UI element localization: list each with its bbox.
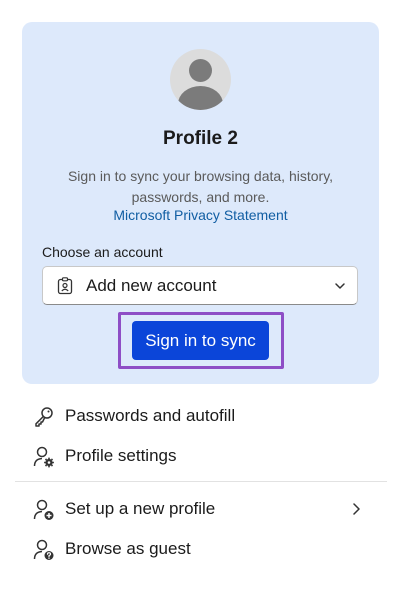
sign-in-to-sync-button[interactable]: Sign in to sync bbox=[132, 321, 269, 360]
menu-item-browse-as-guest[interactable]: Browse as guest bbox=[30, 534, 370, 564]
menu-item-passwords-autofill[interactable]: Passwords and autofill bbox=[30, 401, 370, 431]
menu-item-label: Passwords and autofill bbox=[65, 406, 236, 425]
account-badge-icon bbox=[57, 277, 73, 295]
profile-card: Profile 2 Sign in to sync your browsing … bbox=[22, 22, 379, 384]
add-profile-icon bbox=[33, 499, 54, 520]
chevron-right-icon bbox=[353, 503, 360, 515]
profile-name: Profile 2 bbox=[163, 128, 238, 149]
privacy-statement-link[interactable]: Microsoft Privacy Statement bbox=[22, 207, 379, 223]
menu-item-label: Browse as guest bbox=[65, 539, 191, 558]
menu-divider bbox=[15, 481, 387, 482]
account-selected-value: Add new account bbox=[86, 276, 217, 295]
menu-item-profile-settings[interactable]: Profile settings bbox=[30, 441, 370, 471]
avatar bbox=[170, 49, 231, 110]
chevron-down-icon bbox=[335, 283, 345, 289]
sync-description: Sign in to sync your browsing data, hist… bbox=[67, 168, 334, 205]
profile-settings-icon bbox=[33, 446, 54, 468]
key-icon bbox=[35, 407, 53, 427]
guest-profile-icon bbox=[33, 539, 54, 560]
menu-item-label: Set up a new profile bbox=[65, 499, 216, 518]
menu-item-label: Profile settings bbox=[65, 446, 177, 465]
avatar-body bbox=[178, 86, 223, 110]
menu-item-setup-new-profile[interactable]: Set up a new profile bbox=[30, 494, 370, 524]
avatar-head bbox=[189, 59, 212, 82]
choose-account-label: Choose an account bbox=[42, 244, 163, 260]
account-dropdown[interactable]: Add new account bbox=[42, 266, 358, 305]
